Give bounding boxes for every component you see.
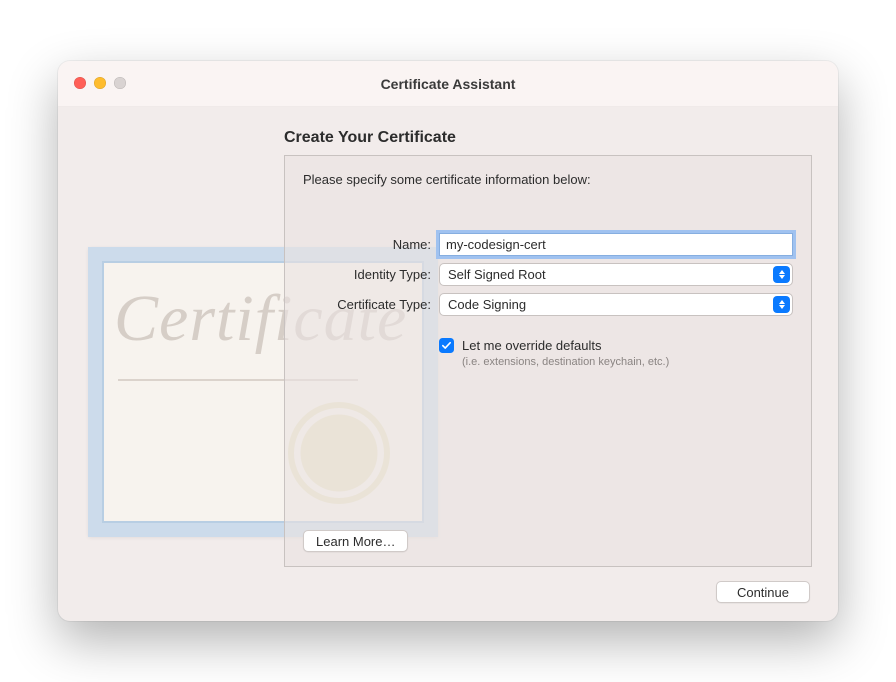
override-defaults-subtext: (i.e. extensions, destination keychain, … [462,356,669,368]
override-label-group: Let me override defaults (i.e. extension… [462,337,669,368]
identity-type-value: Self Signed Root [448,267,546,282]
traffic-lights [74,77,126,89]
override-defaults-row: Let me override defaults (i.e. extension… [439,337,793,368]
instruction-text: Please specify some certificate informat… [303,172,793,187]
name-row: Name: [303,233,793,256]
learn-more-button[interactable]: Learn More… [303,530,408,552]
page-heading: Create Your Certificate [284,129,812,147]
name-input[interactable] [439,233,793,256]
certificate-type-value: Code Signing [448,297,526,312]
panel-spacer [303,368,793,530]
titlebar: Certificate Assistant [58,61,838,107]
minimize-icon[interactable] [94,77,106,89]
identity-type-label: Identity Type: [303,267,431,282]
override-defaults-label: Let me override defaults [462,337,669,355]
window: Certificate Assistant Certificate Create… [58,61,838,621]
form-panel: Please specify some certificate informat… [284,155,812,567]
continue-button[interactable]: Continue [716,581,810,603]
chevron-updown-icon [773,266,790,283]
certificate-type-label: Certificate Type: [303,297,431,312]
identity-type-select[interactable]: Self Signed Root [439,263,793,286]
chevron-updown-icon [773,296,790,313]
name-label: Name: [303,237,431,252]
maximize-icon [114,77,126,89]
close-icon[interactable] [74,77,86,89]
window-body: Certificate Create Your Certificate Plea… [58,107,838,621]
window-title: Certificate Assistant [58,76,838,92]
footer: Continue [84,581,812,603]
check-icon [441,340,452,351]
override-defaults-checkbox[interactable] [439,338,454,353]
certificate-type-select[interactable]: Code Signing [439,293,793,316]
identity-type-row: Identity Type: Self Signed Root [303,263,793,286]
certificate-type-row: Certificate Type: Code Signing [303,293,793,316]
